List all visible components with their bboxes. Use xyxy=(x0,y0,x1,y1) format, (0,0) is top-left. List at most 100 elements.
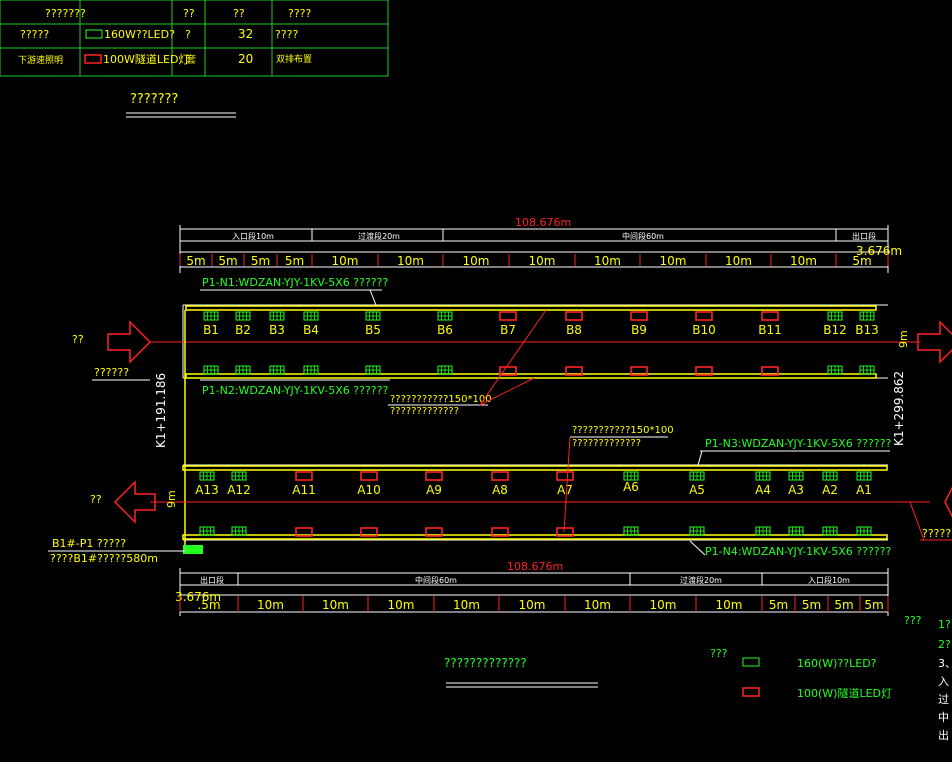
upper-lamp-label: B1 xyxy=(203,323,219,337)
note-6: 中 xyxy=(938,711,949,724)
arrow-left-icon-edge xyxy=(944,486,952,518)
bottom-section-middle: 中间段60m xyxy=(415,575,457,585)
top-section-middle: 中间段60m xyxy=(622,231,664,241)
arrow-right-icon-edge xyxy=(917,320,952,364)
upper-lamp-label: B13 xyxy=(855,323,879,337)
bottom-sub-label: 10m xyxy=(257,598,284,612)
feeder-line2: ????B1#?????580m xyxy=(50,552,158,565)
footer-legend-title: ??? xyxy=(710,647,728,660)
upper-lamp-label: B12 xyxy=(823,323,847,337)
led-lamp-100w xyxy=(491,471,509,481)
bottom-sub-label: 10m xyxy=(453,598,480,612)
table-row1-qty: 32 xyxy=(238,27,253,41)
lower-direction-label2: ?????? xyxy=(922,527,952,540)
lower-lamp-label: A3 xyxy=(788,483,804,497)
led-lamp-100w xyxy=(695,311,713,321)
top-section-exit: 出口段 xyxy=(852,231,876,241)
note-1: 1? xyxy=(938,618,951,631)
upper-width-label: 9m xyxy=(897,330,910,348)
bottom-dimension-chain: 108.676m 出口段 中间段60m 过渡段20m 入口段10m 3.676m… xyxy=(175,560,889,616)
bottom-sub-label: 5m xyxy=(864,598,883,612)
lower-lamp-label: A6 xyxy=(623,480,639,494)
lower-width-label: 9m xyxy=(165,490,178,508)
lower-lamp-label: A12 xyxy=(227,483,250,497)
lower-lamp-label: A11 xyxy=(292,483,315,497)
top-sub-label: 5m xyxy=(186,254,205,268)
feeder-line1: B1#-P1 ????? xyxy=(52,537,126,550)
table-header-note: ???? xyxy=(288,7,312,20)
footer-legend-red: 100(W)隧道LED灯 xyxy=(797,686,892,700)
upper-lamp-label: B7 xyxy=(500,323,516,337)
top-sub-label: 10m xyxy=(660,254,687,268)
upper-tray-note2: ????????????? xyxy=(390,406,459,417)
upper-lamp-label: B11 xyxy=(758,323,782,337)
top-sub-label: 10m xyxy=(594,254,621,268)
green-lamp-icon xyxy=(85,29,103,39)
table-row2-qty: 20 xyxy=(238,52,253,66)
note-5: 过 xyxy=(938,693,949,706)
top-sub-label: 5m xyxy=(852,254,871,268)
bottom-section-entrance: 入口段10m xyxy=(808,575,850,585)
upper-tray-note: ???????????150*100 xyxy=(390,394,492,405)
arrow-right-icon xyxy=(107,320,152,364)
upper-lamp-label: B4 xyxy=(303,323,319,337)
led-lamp-100w xyxy=(565,311,583,321)
upper-lamp-label: B10 xyxy=(692,323,716,337)
cable-n1-label: P1-N1:WDZAN-YJY-1KV-5X6 ?????? xyxy=(202,276,388,289)
table-header-qty: ?? xyxy=(233,7,245,20)
upper-lamp-label: B5 xyxy=(365,323,381,337)
lower-lamp-label: A2 xyxy=(822,483,838,497)
bottom-sub-label: 5m xyxy=(802,598,821,612)
cable-n2-label: P1-N2:WDZAN-YJY-1KV-5X6 ?????? xyxy=(202,384,388,397)
lower-lamp-label: A8 xyxy=(492,483,508,497)
upper-lamp-label: B3 xyxy=(269,323,285,337)
arrow-left-icon xyxy=(113,480,156,524)
upper-direction-label: ?? xyxy=(72,333,84,346)
top-sub-label: 5m xyxy=(218,254,237,268)
led-lamp-100w xyxy=(295,471,313,481)
upper-lamp-label: B9 xyxy=(631,323,647,337)
bottom-sub-label: 10m xyxy=(519,598,546,612)
bottom-sub-label: 10m xyxy=(716,598,743,612)
upper-lamp-label: B2 xyxy=(235,323,251,337)
bottom-sub-label: 10m xyxy=(650,598,677,612)
top-sub-label: 5m xyxy=(251,254,270,268)
table-header-unit: ?? xyxy=(183,7,195,20)
lower-lamp-label: A10 xyxy=(357,483,380,497)
lower-lamp-label: A5 xyxy=(689,483,705,497)
red-lamp-icon xyxy=(84,54,102,64)
led-lamp-100w xyxy=(425,471,443,481)
distribution-box xyxy=(183,545,203,554)
bottom-sub-label: 10m xyxy=(388,598,415,612)
note-3: 3、 xyxy=(938,657,952,670)
top-sub-label: 10m xyxy=(725,254,752,268)
lower-tray-note: ???????????150*100 xyxy=(572,425,674,436)
table-row1-spec: 160W??LED? xyxy=(104,28,175,41)
table-row2-note: 双排布置 xyxy=(276,53,312,65)
top-sub-label: 10m xyxy=(332,254,359,268)
led-lamp-100w xyxy=(761,311,779,321)
red-lamp-icon xyxy=(742,687,760,697)
upper-direction-label2: ?????? xyxy=(94,366,129,379)
note-4: 入 xyxy=(938,675,949,688)
bottom-sub-label: 10m xyxy=(584,598,611,612)
upper-lamp-label: B6 xyxy=(437,323,453,337)
lower-tunnel: 9m A13 A12 A11 A10 A9 A8 A7 A6 A5 A4 A3 A2 A1 xyxy=(150,464,930,541)
lower-lamp-label: A1 xyxy=(856,483,872,497)
table-row1-name: ????? xyxy=(20,28,49,41)
bottom-sub-label: .5m xyxy=(197,598,220,612)
lower-lamp-label: A7 xyxy=(557,483,573,497)
table-row2-unit: 套 xyxy=(186,53,196,66)
top-total-length: 108.676m xyxy=(515,216,571,229)
notes-title: ??? xyxy=(904,614,922,627)
led-lamp-100w xyxy=(499,311,517,321)
table-row2-spec: 100W隧道LED灯 xyxy=(103,52,189,66)
note-2: 2? xyxy=(938,638,951,651)
lower-lamp-label: A9 xyxy=(426,483,442,497)
cable-n3-label: P1-N3:WDZAN-YJY-1KV-5X6 ?????? xyxy=(705,437,891,450)
upper-lamp-label: B8 xyxy=(566,323,582,337)
top-section-entrance: 入口段10m xyxy=(232,231,274,241)
table-header-name: ??????? xyxy=(45,7,86,20)
top-sub-label: 10m xyxy=(397,254,424,268)
top-sub-label: 10m xyxy=(529,254,556,268)
